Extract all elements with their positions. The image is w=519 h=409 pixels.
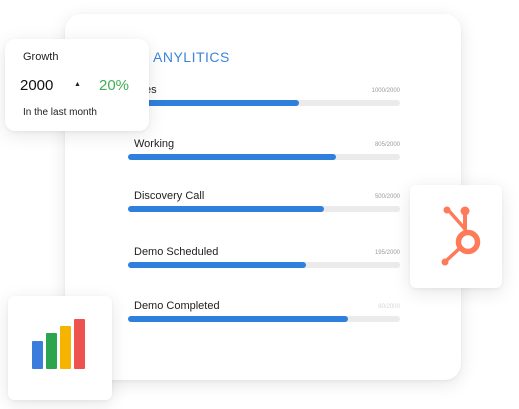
- pipeline-row-count: 1000/2000: [371, 88, 400, 94]
- pipeline-row-label: Working: [134, 138, 175, 150]
- bar-chart-card: [8, 296, 112, 400]
- progress-fill: [128, 154, 337, 160]
- analytics-title: I ANYLITICS: [145, 49, 230, 65]
- growth-subtitle: In the last month: [23, 107, 97, 118]
- pipeline-row-label: Demo Scheduled: [134, 246, 219, 258]
- progress-track: [128, 316, 400, 322]
- progress-track: [128, 206, 400, 212]
- bar-chart-icon: [32, 319, 85, 369]
- progress-track: [128, 100, 400, 106]
- progress-fill: [128, 100, 300, 106]
- pipeline-row-label: Discovery Call: [134, 190, 205, 202]
- growth-title: Growth: [23, 51, 59, 63]
- pipeline-row-count: 195/2000: [374, 250, 400, 256]
- pipeline-row-count: 500/2000: [374, 194, 400, 200]
- progress-track: [128, 154, 400, 160]
- pipeline-row-label: Demo Completed: [134, 300, 220, 312]
- growth-value: 2000: [20, 77, 54, 94]
- trend-up-icon: ▲: [74, 81, 81, 88]
- progress-track: [128, 262, 400, 268]
- progress-fill: [128, 206, 324, 212]
- progress-fill: [128, 262, 307, 268]
- growth-percent: 20%: [99, 77, 130, 94]
- pipeline-row-count: 805/2000: [374, 142, 400, 148]
- analytics-illustration: I ANYLITICS plies 1000/2000 Working 805/…: [0, 0, 519, 409]
- hubspot-card: [410, 185, 502, 288]
- growth-card: Growth 2000 ▲ 20% In the last month: [5, 39, 149, 131]
- pipeline-row-count: 80/2000: [378, 304, 400, 310]
- progress-fill: [128, 316, 349, 322]
- hubspot-logo-icon: [441, 206, 481, 266]
